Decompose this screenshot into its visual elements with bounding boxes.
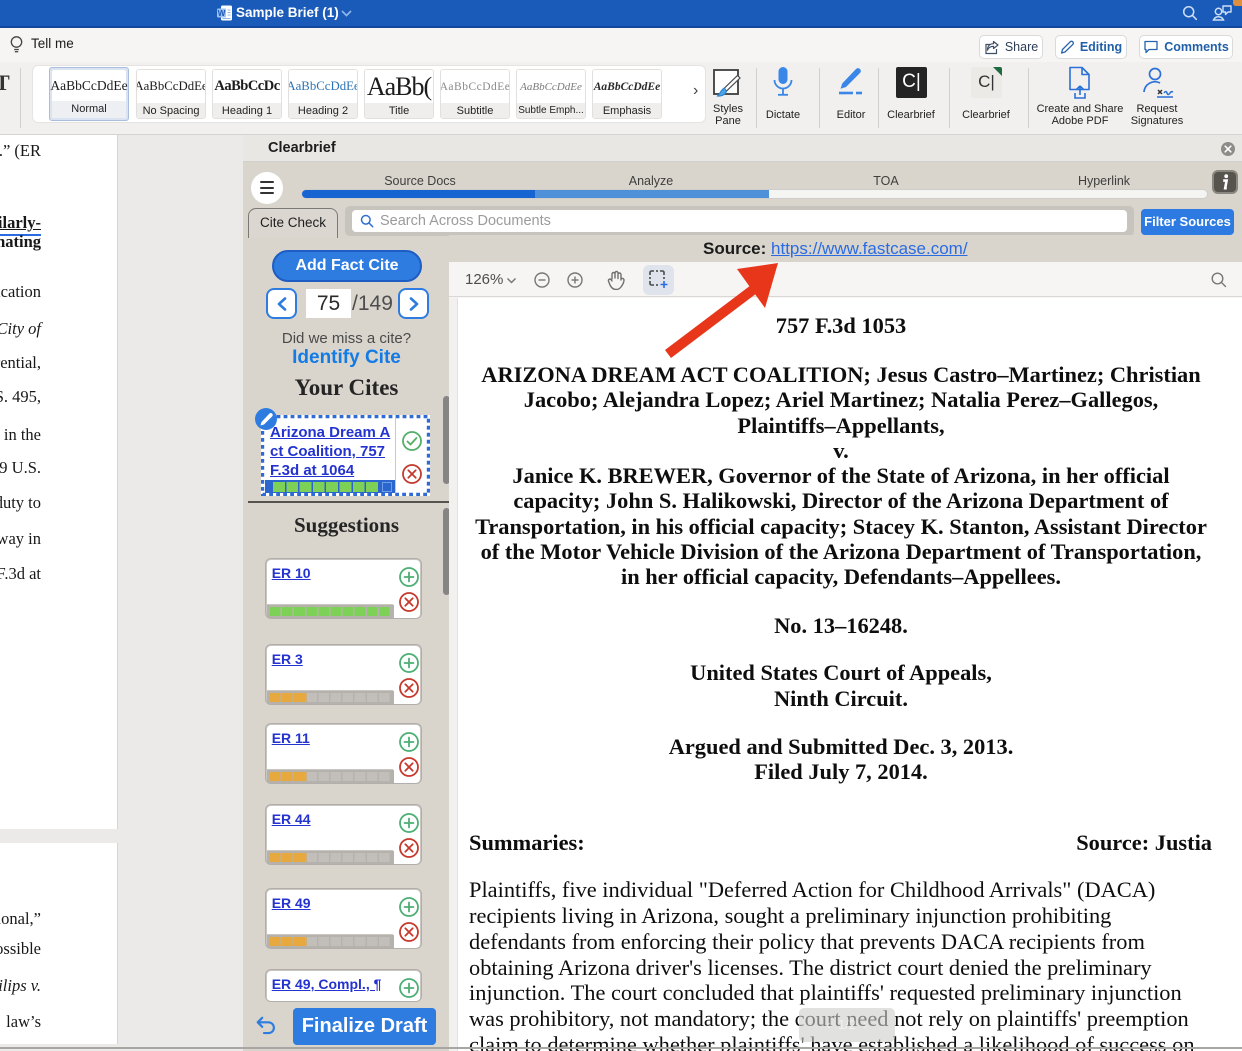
svg-text:W: W: [218, 9, 226, 18]
